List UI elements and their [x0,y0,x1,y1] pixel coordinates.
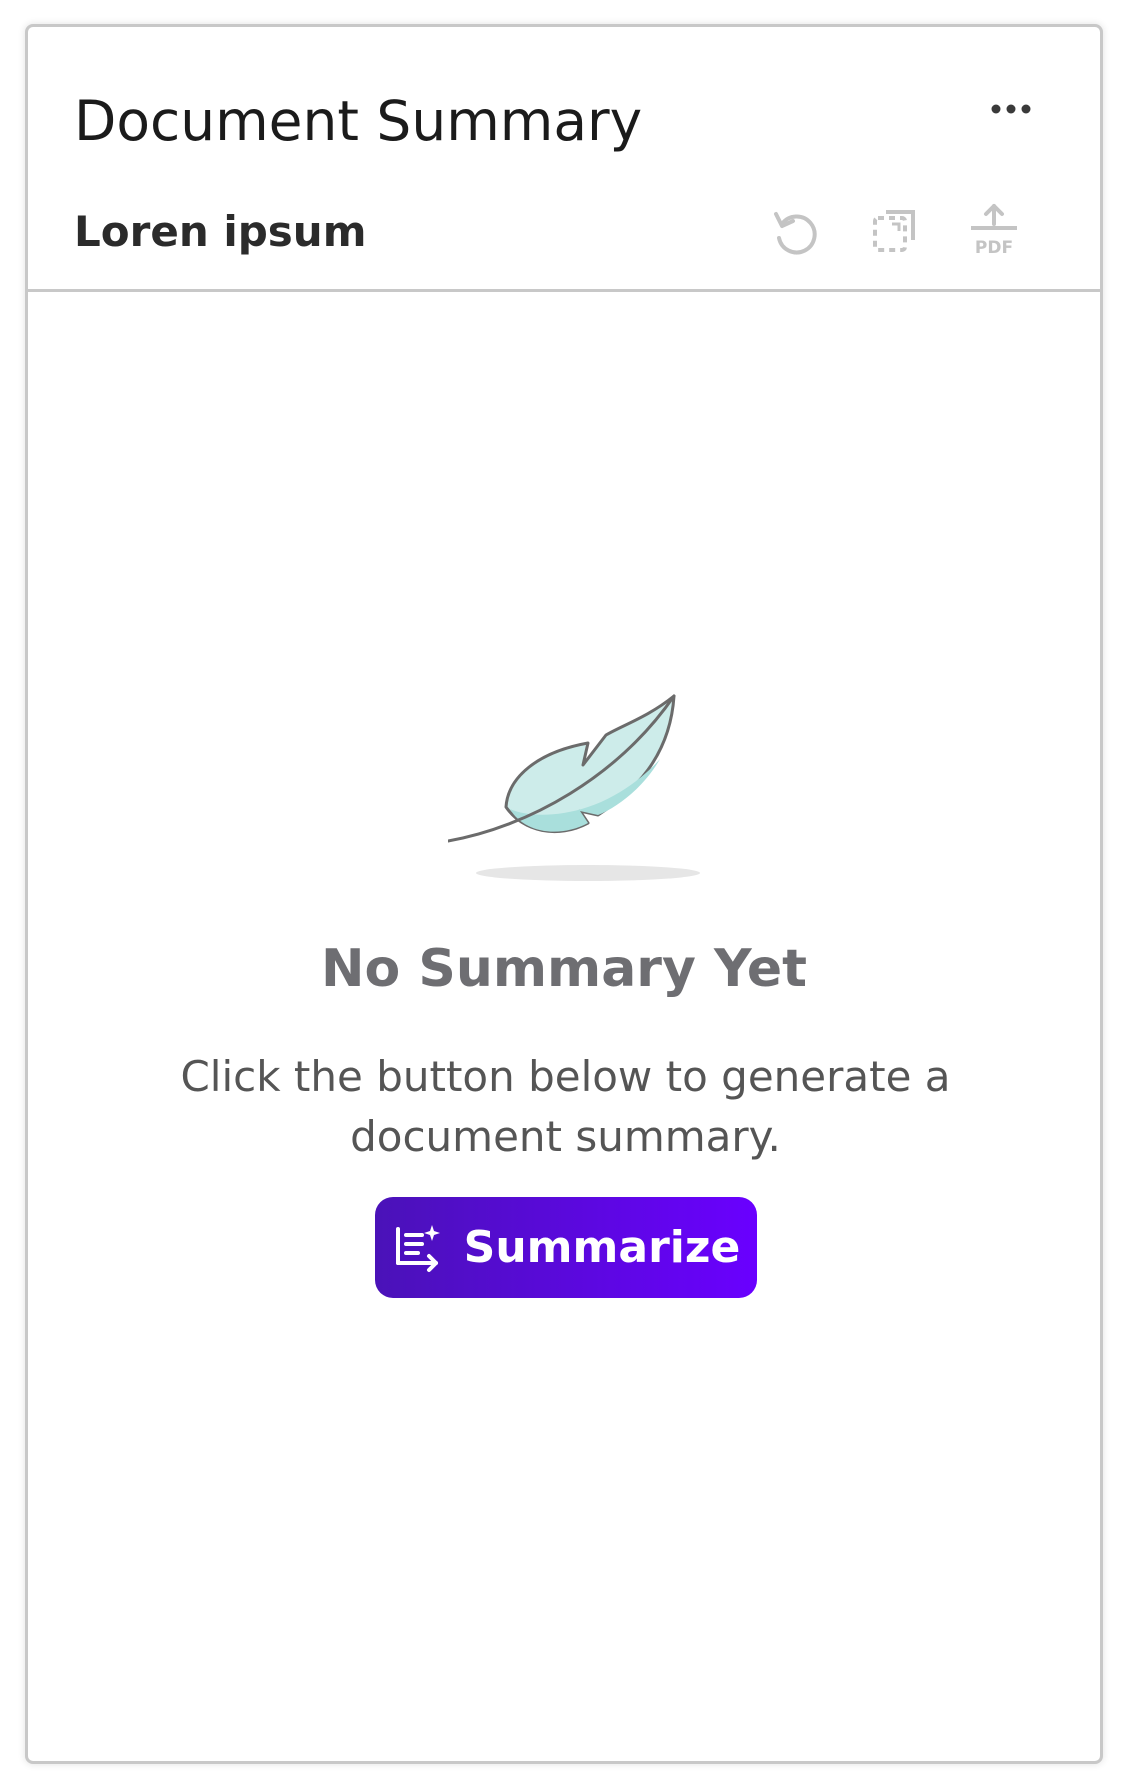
feather-icon [448,647,728,887]
panel-title: Document Summary [74,89,643,153]
regenerate-button[interactable] [764,202,824,262]
summarize-button-label: Summarize [463,1222,741,1273]
more-options-button[interactable] [980,89,1040,129]
document-name: Loren ipsum [74,207,367,256]
export-pdf-button[interactable]: PDF [964,202,1024,262]
empty-state-heading: No Summary Yet [321,939,807,999]
document-summary-panel: Document Summary Loren ipsum PDF No Summ… [25,24,1103,1764]
summarize-icon [392,1223,442,1273]
refresh-icon [764,202,824,262]
pdf-icon-label: PDF [975,238,1013,258]
summarize-button[interactable]: Summarize [375,1197,757,1298]
empty-state-description: Click the button below to generate a doc… [180,1052,951,1161]
export-pdf-icon: PDF [964,202,1024,262]
copy-icon [864,202,924,262]
more-horizontal-icon [980,89,1040,129]
header-divider [28,289,1100,292]
copy-button[interactable] [864,202,924,262]
